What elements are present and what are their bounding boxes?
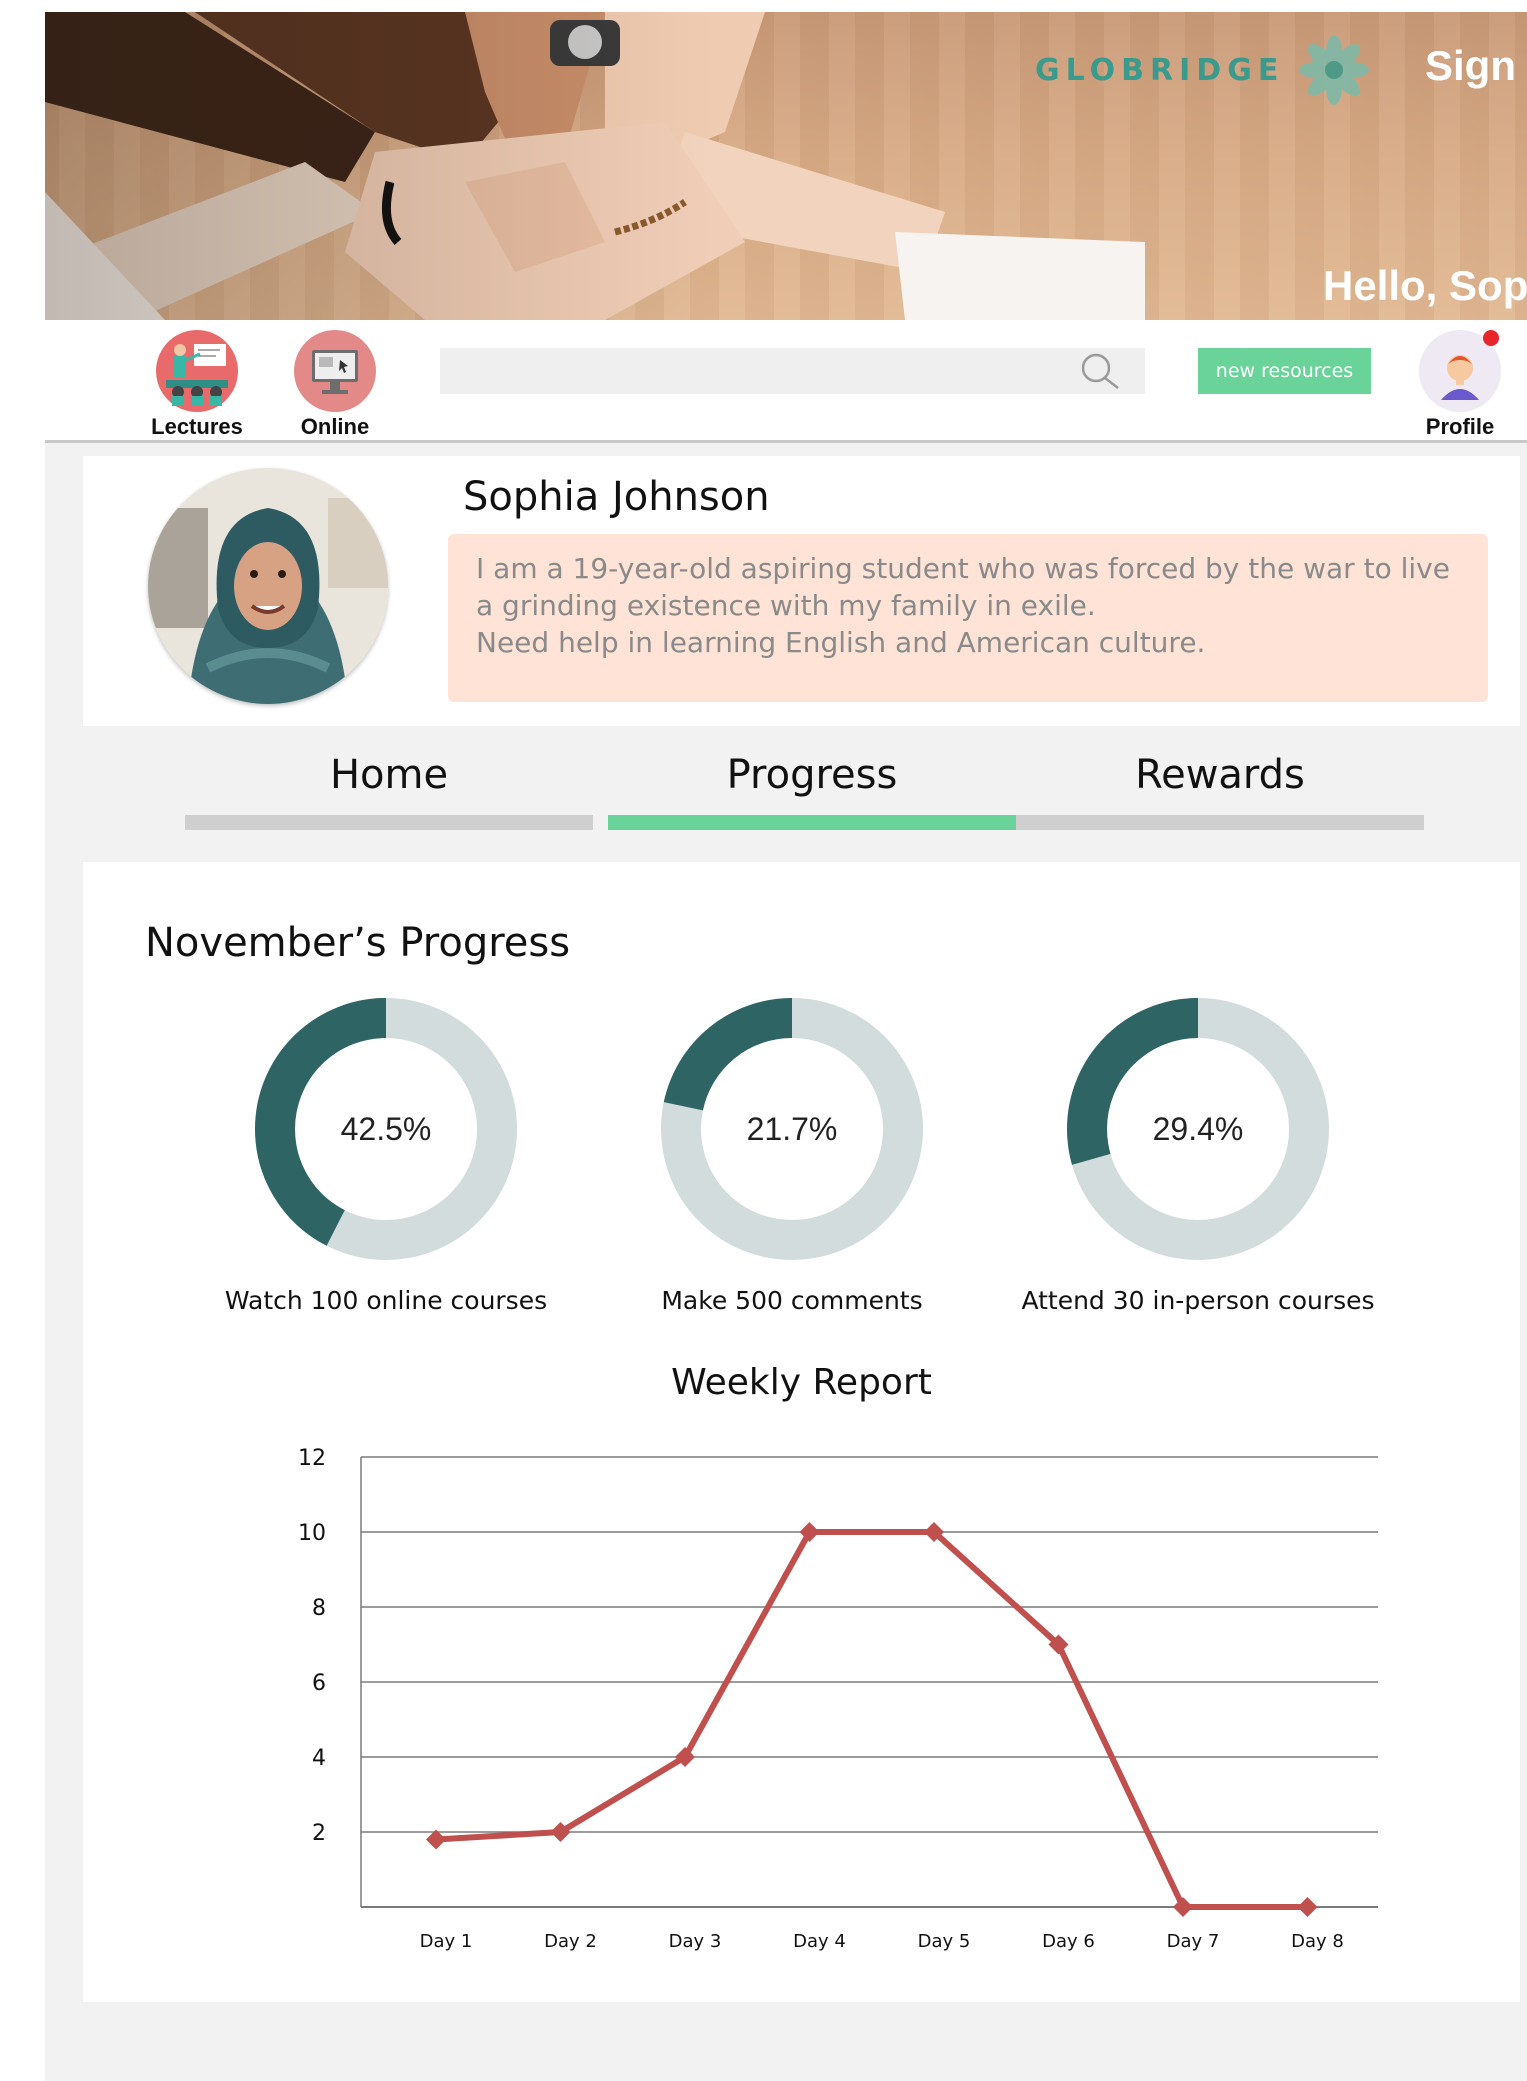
y-tick-label: 12: [298, 1446, 326, 1471]
donut-in-person: 29.4% Attend 30 in-person courses: [998, 998, 1398, 1315]
data-point: [1297, 1897, 1318, 1917]
weekly-line-chart: 2 4 6 8 10 12 Day 1 Day 2 Day 3 Day 4 Day 5 Day 6 Da…: [298, 1446, 1378, 1952]
x-tick-label: Day 3: [669, 1931, 722, 1952]
new-resources-button[interactable]: new resources: [1198, 348, 1371, 394]
tab-bar: Home Progress Rewards: [185, 740, 1425, 830]
donut-value-label: 29.4%: [1153, 1111, 1244, 1147]
tab-progress-underline: [608, 815, 1016, 830]
x-tick-label: Day 6: [1042, 1931, 1095, 1952]
sign-out-link[interactable]: Sign Ou: [1425, 42, 1527, 90]
donut-caption: Make 500 comments: [661, 1286, 923, 1315]
top-nav: Lectures Online new resources Profile: [45, 320, 1527, 443]
y-tick-label: 6: [312, 1671, 326, 1696]
progress-card: November’s Progress 42.5% Watch 100 onli…: [83, 862, 1520, 2002]
x-tick-label: Day 7: [1167, 1931, 1220, 1952]
bio-box: I am a 19-year-old aspiring student who …: [448, 534, 1488, 702]
x-tick-label: Day 5: [918, 1931, 971, 1952]
x-tick-label: Day 4: [793, 1931, 846, 1952]
user-name: Sophia Johnson: [463, 474, 770, 520]
search-icon[interactable]: [1078, 350, 1122, 394]
tab-rewards-underline: [1016, 815, 1424, 830]
tab-home[interactable]: Home: [185, 740, 593, 830]
tab-progress-label: Progress: [726, 752, 898, 798]
search-input[interactable]: [440, 348, 1145, 394]
online-label: Online: [300, 414, 370, 439]
user-avatar: [148, 468, 388, 704]
nav-lectures[interactable]: Lectures: [132, 330, 262, 440]
bio-line: Need help in learning English and Americ…: [476, 626, 1206, 659]
profile-label: Profile: [1425, 414, 1495, 439]
tab-progress[interactable]: Progress: [608, 740, 1016, 830]
y-tick-label: 8: [312, 1596, 326, 1621]
section-title: November’s Progress: [145, 920, 571, 966]
y-tick-label: 10: [298, 1521, 326, 1546]
donut-value-label: 42.5%: [341, 1111, 432, 1147]
greeting: Hello, Sophia: [1323, 262, 1527, 309]
tab-rewards[interactable]: Rewards: [1016, 740, 1424, 830]
lectures-icon: [156, 330, 238, 412]
weekly-report-title: Weekly Report: [671, 1362, 932, 1403]
x-tick-label: Day 2: [544, 1931, 597, 1952]
donut-value-label: 21.7%: [747, 1111, 838, 1147]
hero-banner: GLOBRIDGE Sign Ou Hello, Sophia: [45, 12, 1527, 320]
nav-online[interactable]: Online: [270, 330, 400, 440]
globridge-logo-icon: [1299, 35, 1370, 105]
series-line: [435, 1529, 1308, 1910]
tab-home-underline: [185, 815, 593, 830]
donut-chart: 21.7%: [661, 998, 923, 1260]
donut-caption: Attend 30 in-person courses: [1021, 1286, 1375, 1315]
profile-card: Sophia Johnson I am a 19-year-old aspiri…: [83, 456, 1520, 726]
y-tick-label: 2: [312, 1821, 326, 1846]
x-tick-label: Day 8: [1291, 1931, 1344, 1952]
x-tick-label: Day 1: [420, 1931, 473, 1952]
online-computer-icon: [294, 330, 376, 412]
donut-chart: 29.4%: [1067, 998, 1329, 1260]
brand[interactable]: GLOBRIDGE: [1035, 34, 1370, 106]
bio-line: a grinding existence with my family in e…: [476, 589, 1096, 622]
profile-avatar-icon: [1419, 330, 1501, 412]
donut-chart: 42.5%: [255, 998, 517, 1260]
y-tick-label: 4: [312, 1746, 326, 1771]
donut-comments: 21.7% Make 500 comments: [592, 998, 992, 1315]
data-point: [1173, 1897, 1193, 1917]
nav-profile[interactable]: Profile: [1405, 330, 1515, 440]
tab-rewards-label: Rewards: [1135, 752, 1305, 798]
donut-online-courses: 42.5% Watch 100 online courses: [186, 998, 586, 1315]
donut-caption: Watch 100 online courses: [224, 1286, 548, 1315]
notification-dot: [1483, 330, 1499, 346]
tab-home-label: Home: [329, 752, 449, 798]
bio-line: I am a 19-year-old aspiring student who …: [476, 552, 1450, 585]
lectures-label: Lectures: [151, 414, 243, 439]
brand-name: GLOBRIDGE: [1035, 52, 1285, 88]
